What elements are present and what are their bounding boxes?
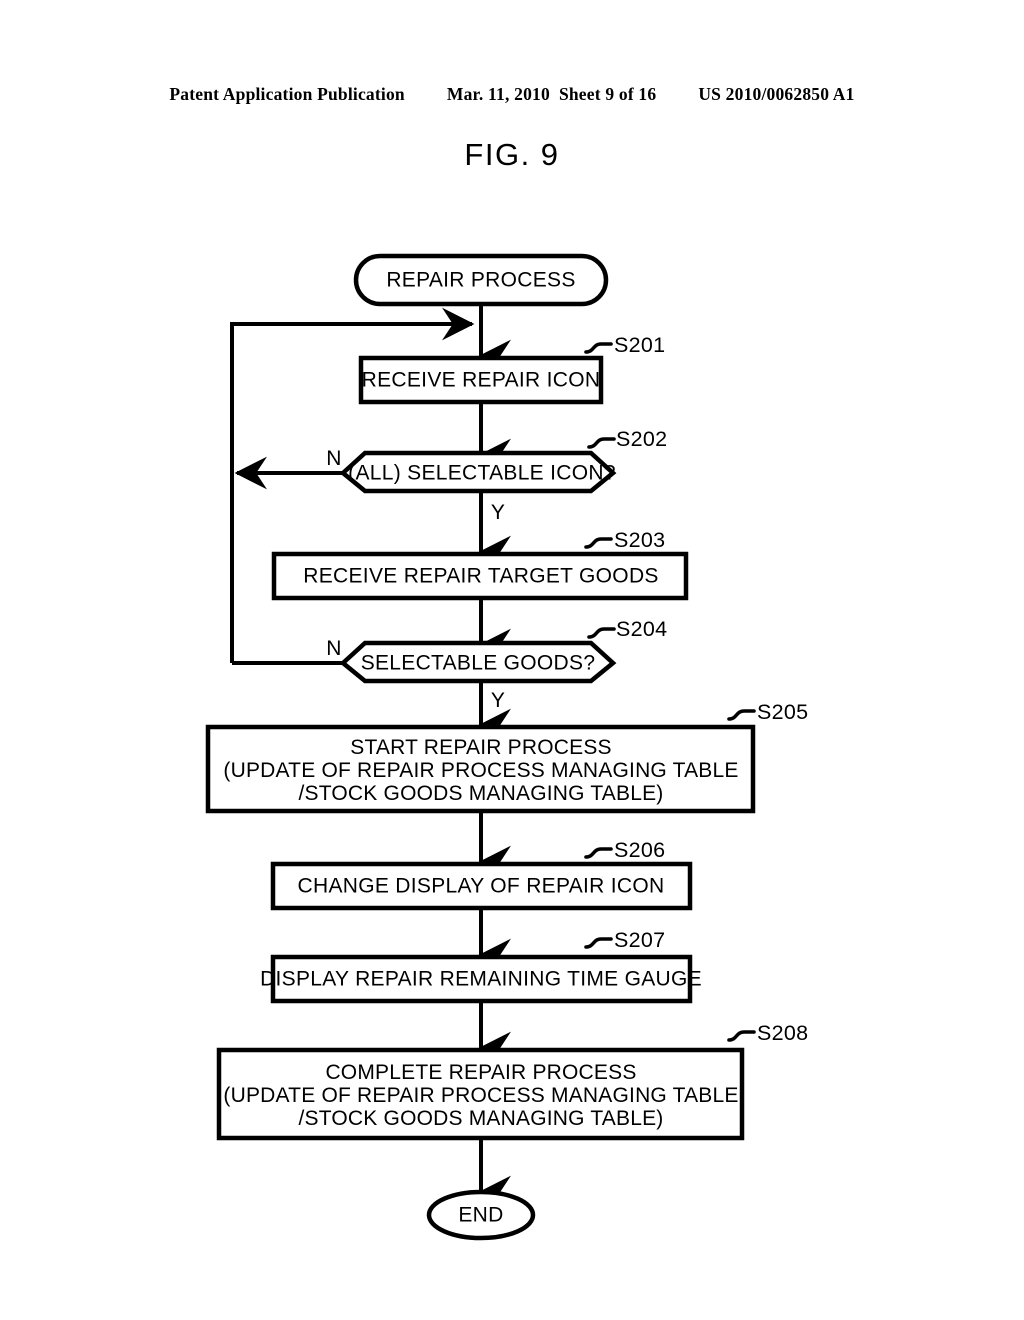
flow-node-start-label: REPAIR PROCESS: [386, 269, 575, 292]
flow-node-s205-line-3: /STOCK GOODS MANAGING TABLE): [299, 782, 664, 805]
branch-label-s204-no: N: [326, 637, 341, 660]
flow-node-s205-line-1: START REPAIR PROCESS: [350, 736, 612, 759]
branch-label-s202-yes: Y: [491, 501, 505, 524]
step-id-s203: S203: [614, 528, 665, 552]
patent-page: Patent Application Publication Mar. 11, …: [0, 0, 1024, 1320]
flow-node-s206-label: CHANGE DISPLAY OF REPAIR ICON: [298, 875, 665, 898]
flow-node-s205: START REPAIR PROCESS (UPDATE OF REPAIR P…: [205, 700, 808, 814]
flow-node-s208-line-3: /STOCK GOODS MANAGING TABLE): [299, 1107, 664, 1130]
flow-node-start: REPAIR PROCESS: [353, 253, 609, 307]
flow-node-s208: COMPLETE REPAIR PROCESS (UPDATE OF REPAI…: [216, 1021, 808, 1141]
flow-node-s204: SELECTABLE GOODS? S204 N Y: [326, 617, 667, 712]
step-id-s206: S206: [614, 838, 665, 862]
leader-s206: [584, 847, 613, 859]
flow-node-s203-label: RECEIVE REPAIR TARGET GOODS: [303, 565, 658, 588]
flow-node-s207-label: DISPLAY REPAIR REMAINING TIME GAUGE: [260, 968, 702, 991]
flow-node-s202-label: (ALL) SELECTABLE ICON?: [348, 462, 616, 485]
flow-node-s208-line-1: COMPLETE REPAIR PROCESS: [325, 1061, 636, 1084]
step-id-s204: S204: [616, 617, 667, 641]
flowchart-diagram: REPAIR PROCESS RECEIVE REPAIR ICON S201 …: [205, 253, 808, 1241]
step-id-s205: S205: [757, 700, 808, 724]
branch-label-s202-no: N: [326, 447, 341, 470]
leader-s208: [727, 1030, 756, 1042]
flow-node-s201: RECEIVE REPAIR ICON S201: [358, 333, 665, 405]
step-id-s201: S201: [614, 333, 665, 357]
leader-s205: [727, 709, 756, 721]
leader-s204: [587, 627, 616, 639]
flow-node-end: END: [426, 1189, 536, 1241]
flow-node-s208-line-2: (UPDATE OF REPAIR PROCESS MANAGING TABLE: [223, 1084, 738, 1107]
step-id-s208: S208: [757, 1021, 808, 1045]
flow-node-s201-label: RECEIVE REPAIR ICON: [362, 369, 601, 392]
flow-node-s204-label: SELECTABLE GOODS?: [361, 652, 596, 675]
leader-s201: [584, 342, 613, 354]
branch-label-s204-yes: Y: [491, 689, 505, 712]
flow-node-s202: (ALL) SELECTABLE ICON? S202 N Y: [326, 427, 667, 524]
flow-node-s205-line-2: (UPDATE OF REPAIR PROCESS MANAGING TABLE: [223, 759, 738, 782]
leader-s202: [587, 437, 616, 449]
leader-s203: [584, 537, 613, 549]
leader-s207: [584, 937, 613, 949]
flow-node-end-label: END: [458, 1204, 503, 1227]
step-id-s207: S207: [614, 928, 665, 952]
step-id-s202: S202: [616, 427, 667, 451]
